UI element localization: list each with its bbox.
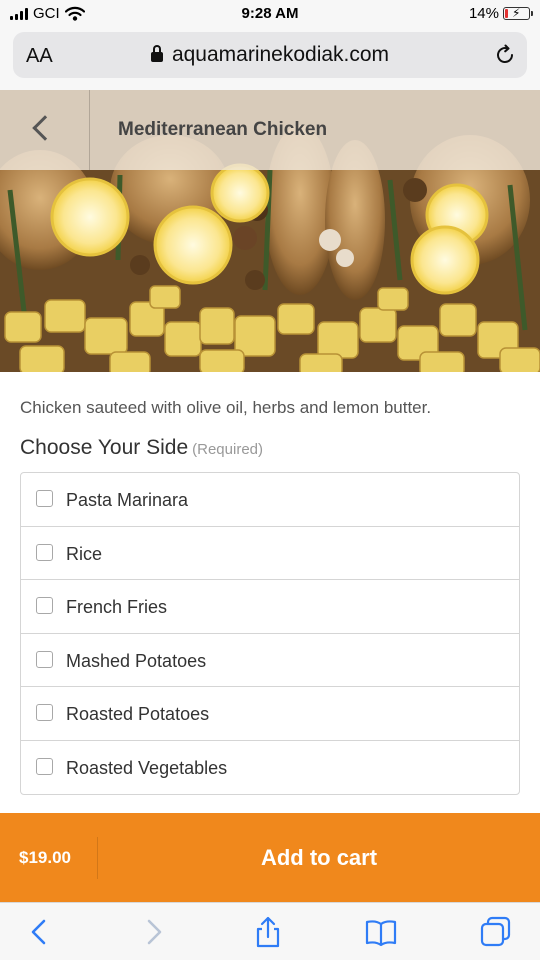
side-checkbox[interactable] — [36, 490, 53, 507]
cart-bar: $19.00 Add to cart — [0, 813, 540, 902]
side-options-list: Pasta Marinara Rice French Fries Mashed … — [20, 472, 520, 795]
battery-percent: 14% — [468, 5, 499, 22]
side-option[interactable]: French Fries — [21, 580, 519, 634]
back-button[interactable] — [0, 90, 90, 170]
forward-arrow-icon[interactable] — [136, 915, 170, 949]
side-option-label: Roasted Vegetables — [66, 757, 228, 778]
url-text: aquamarinekodiak.com — [171, 43, 390, 66]
tabs-icon[interactable] — [479, 915, 513, 949]
page-title: Mediterranean Chicken — [118, 119, 328, 140]
bookmarks-icon[interactable] — [364, 915, 398, 949]
hero-food-image: Mediterranean Chicken — [0, 90, 540, 372]
share-icon[interactable] — [251, 915, 285, 949]
status-right: 14% ⚡ — [468, 5, 533, 22]
battery-charging-icon: ⚡ — [503, 6, 533, 20]
side-option[interactable]: Roasted Potatoes — [21, 687, 519, 741]
browser-toolbar — [0, 902, 540, 960]
side-checkbox[interactable] — [36, 757, 53, 775]
side-option[interactable]: Mashed Potatoes — [21, 634, 519, 687]
side-option-label: Roasted Potatoes — [66, 704, 210, 724]
side-checkbox[interactable] — [36, 650, 53, 668]
side-checkbox[interactable] — [36, 597, 53, 614]
status-time: 9:28 AM — [241, 5, 299, 22]
address-bar[interactable]: AA aquamarinekodiak.com — [13, 32, 527, 78]
required-label: (Required) — [192, 441, 264, 458]
side-option-label: French Fries — [66, 597, 168, 617]
item-description: Chicken sauteed with olive oil, herbs an… — [20, 398, 432, 417]
side-option-label: Rice — [66, 543, 103, 564]
status-bar: GCI 9:28 AM 14% ⚡ — [0, 0, 540, 28]
url-display[interactable]: aquamarinekodiak.com — [13, 43, 527, 67]
side-option[interactable]: Pasta Marinara — [21, 473, 519, 527]
browser-address-area: AA aquamarinekodiak.com — [0, 28, 540, 90]
side-choice-title: Choose Your Side — [20, 436, 189, 459]
side-option-label: Mashed Potatoes — [66, 650, 207, 671]
side-checkbox[interactable] — [36, 543, 53, 561]
side-option-label: Pasta Marinara — [66, 490, 189, 510]
header-bar: Mediterranean Chicken — [0, 90, 540, 170]
side-checkbox[interactable] — [36, 704, 53, 721]
side-choice-heading: Choose Your Side (Required) — [20, 436, 263, 460]
price-label: $19.00 — [19, 848, 71, 867]
back-arrow-icon[interactable] — [23, 915, 57, 949]
chevron-left-icon — [32, 115, 58, 141]
side-option[interactable]: Roasted Vegetables — [21, 741, 519, 795]
add-to-cart-button[interactable]: Add to cart — [98, 813, 540, 902]
side-option[interactable]: Rice — [21, 527, 519, 580]
reload-icon[interactable] — [493, 43, 517, 67]
lock-icon — [150, 45, 163, 62]
